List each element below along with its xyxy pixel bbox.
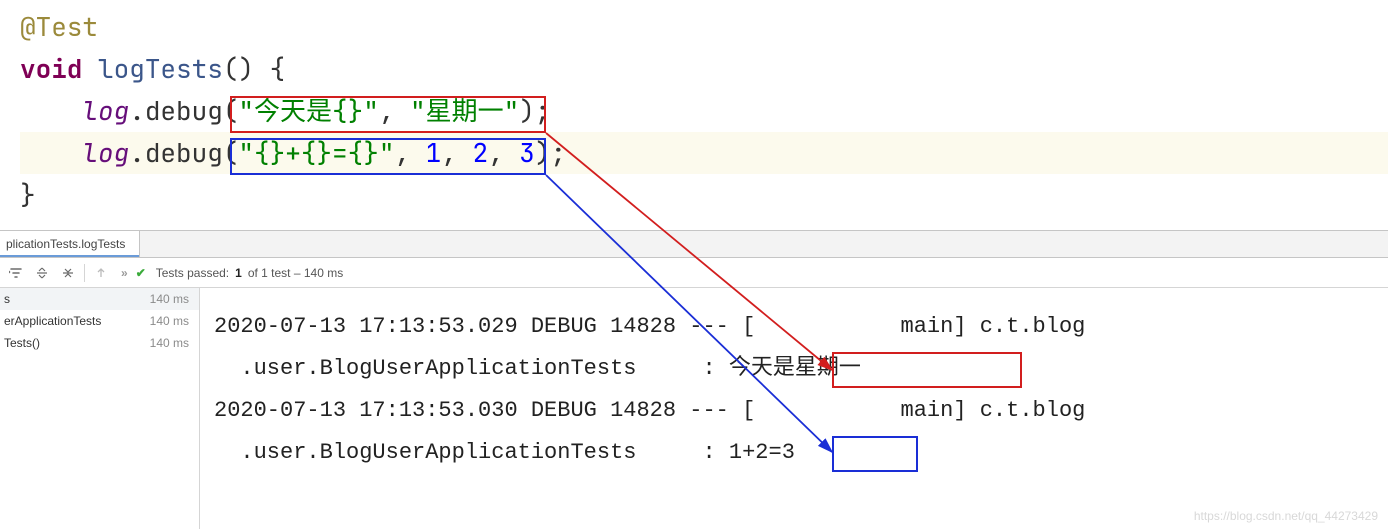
log-ident: log	[82, 135, 129, 170]
log-msg-1: 今天是星期一	[729, 356, 861, 381]
call-debug-1: .debug(	[129, 93, 238, 128]
pass-icon: ✔	[136, 266, 146, 280]
tree-method-label: Tests()	[4, 336, 40, 350]
run-tab-label: plicationTests.logTests	[6, 237, 125, 251]
more-icon[interactable]: »	[121, 266, 126, 280]
log-ident: log	[82, 93, 129, 128]
arg2-str: "{}+{}={}"	[238, 135, 394, 170]
run-panel-tabs: plicationTests.logTests	[0, 230, 1388, 258]
tree-class-label: erApplicationTests	[4, 314, 101, 328]
brace-close: }	[20, 177, 36, 212]
expand-all-icon[interactable]	[32, 263, 52, 283]
run-toolbar: » ✔ Tests passed: 1 of 1 test – 140 ms	[0, 258, 1388, 288]
log-line-1: 2020-07-13 17:13:53.029 DEBUG 14828 --- …	[214, 314, 1085, 339]
tree-root-row[interactable]: s 140 ms	[0, 288, 199, 310]
log-line-4a: .user.BlogUserApplicationTests :	[214, 440, 729, 465]
tree-class-row[interactable]: erApplicationTests 140 ms	[0, 310, 199, 332]
watermark: https://blog.csdn.net/qq_44273429	[1194, 509, 1378, 523]
log-line-2a: .user.BlogUserApplicationTests :	[214, 356, 729, 381]
annotation: @Test	[20, 9, 98, 44]
collapse-all-icon[interactable]	[58, 263, 78, 283]
run-panel-body: s 140 ms erApplicationTests 140 ms Tests…	[0, 288, 1388, 529]
log-msg-2: 1+2=3	[729, 440, 795, 465]
run-tab[interactable]: plicationTests.logTests	[0, 231, 140, 257]
sort-icon[interactable]	[6, 263, 26, 283]
tree-method-ms: 140 ms	[150, 336, 189, 350]
test-tree[interactable]: s 140 ms erApplicationTests 140 ms Tests…	[0, 288, 200, 529]
arg1-str1: "今天是{}"	[238, 93, 378, 128]
tree-method-row[interactable]: Tests() 140 ms	[0, 332, 199, 354]
prev-icon[interactable]	[91, 263, 111, 283]
console-output[interactable]: 2020-07-13 17:13:53.029 DEBUG 14828 --- …	[200, 288, 1388, 529]
code-editor[interactable]: @Test void logTests() { log.debug("今天是{}…	[0, 0, 1388, 230]
test-status-count: 1	[235, 266, 242, 280]
arg-num-3: 3	[519, 135, 535, 170]
tree-root-ms: 140 ms	[150, 292, 189, 306]
keyword-void: void	[20, 51, 82, 86]
arg-num-1: 1	[426, 135, 442, 170]
tree-root-label: s	[4, 292, 10, 306]
tree-class-ms: 140 ms	[150, 314, 189, 328]
arg-num-2: 2	[472, 135, 488, 170]
paren-brace: () {	[223, 51, 285, 86]
log-line-3: 2020-07-13 17:13:53.030 DEBUG 14828 --- …	[214, 398, 1085, 423]
test-status-tail: of 1 test – 140 ms	[248, 266, 343, 280]
arg1-str2: "星期一"	[410, 93, 519, 128]
method-name: logTests	[98, 51, 223, 86]
test-status-pre: Tests passed:	[156, 266, 229, 280]
call-debug-2: .debug(	[129, 135, 238, 170]
